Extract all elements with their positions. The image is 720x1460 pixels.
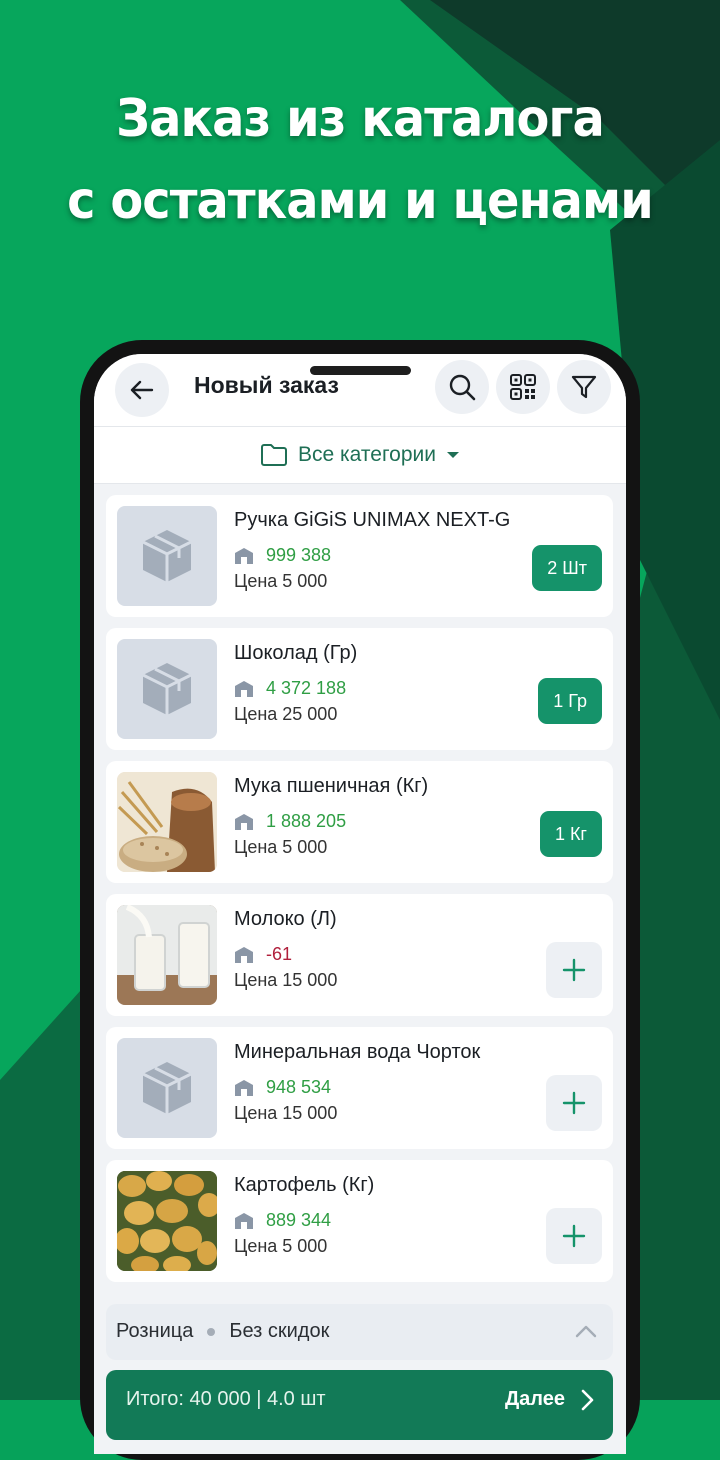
stock-row: 1 888 205 bbox=[234, 811, 346, 832]
product-card[interactable]: Мука пшеничная (Кг) 1 888 205 Цена 5 000… bbox=[106, 761, 613, 883]
stock-value: -61 bbox=[266, 944, 293, 964]
filter-button[interactable] bbox=[557, 360, 611, 414]
back-button[interactable] bbox=[115, 363, 169, 417]
product-price: Цена 15 000 bbox=[234, 970, 338, 990]
warehouse-icon bbox=[235, 547, 253, 564]
caret-down-icon bbox=[446, 452, 459, 458]
price-type-selector[interactable]: Розница Без скидок bbox=[106, 1304, 613, 1360]
plus-icon bbox=[562, 1224, 586, 1248]
stock-value: 889 344 bbox=[266, 1210, 332, 1230]
product-card[interactable]: Картофель (Кг) 889 344 Цена 5 000 bbox=[106, 1160, 613, 1282]
stock-value: 948 534 bbox=[266, 1077, 332, 1097]
product-card[interactable]: Минеральная вода Чорток 948 534 Цена 15 … bbox=[106, 1027, 613, 1149]
search-icon bbox=[449, 374, 476, 401]
discount-label: Без скидок bbox=[229, 1320, 330, 1342]
product-price: Цена 5 000 bbox=[234, 571, 328, 591]
app-screen: Новый заказ Все категории Ручка GiGiS UN… bbox=[94, 354, 626, 1454]
product-price: Цена 5 000 bbox=[234, 837, 328, 857]
product-price: Цена 25 000 bbox=[234, 704, 338, 724]
separator-dot bbox=[207, 1327, 216, 1336]
product-price: Цена 5 000 bbox=[234, 1236, 328, 1256]
app-bar: Новый заказ bbox=[94, 354, 626, 427]
stock-row: 948 534 bbox=[234, 1077, 331, 1098]
box-icon bbox=[142, 1062, 192, 1114]
warehouse-icon bbox=[235, 813, 253, 830]
product-image-placeholder bbox=[117, 639, 217, 739]
flour-image bbox=[117, 772, 217, 872]
price-type-label: Розница bbox=[116, 1320, 194, 1342]
potato-image bbox=[117, 1171, 217, 1271]
add-to-order-button[interactable] bbox=[546, 942, 602, 998]
chevron-up-icon bbox=[575, 1325, 597, 1338]
product-name: Ручка GiGiS UNIMAX NEXT-G bbox=[234, 509, 511, 531]
arrow-left-icon bbox=[130, 380, 154, 400]
product-price: Цена 15 000 bbox=[234, 1103, 338, 1123]
stock-value: 1 888 205 bbox=[266, 811, 347, 831]
product-name: Минеральная вода Чорток bbox=[234, 1041, 481, 1063]
filter-icon bbox=[571, 375, 597, 399]
plus-icon bbox=[562, 1091, 586, 1115]
product-card[interactable]: Шоколад (Гр) 4 372 188 Цена 25 000 1 Гр bbox=[106, 628, 613, 750]
category-label: Все категории bbox=[298, 443, 436, 466]
product-image-placeholder bbox=[117, 1038, 217, 1138]
product-name: Шоколад (Гр) bbox=[234, 642, 358, 664]
chevron-right-icon bbox=[581, 1389, 594, 1411]
product-name: Мука пшеничная (Кг) bbox=[234, 775, 429, 797]
quantity-button[interactable]: 1 Гр bbox=[538, 678, 602, 724]
milk-image bbox=[117, 905, 217, 1005]
flour-photo bbox=[117, 772, 217, 872]
warehouse-icon bbox=[235, 946, 253, 963]
potato-photo bbox=[117, 1171, 217, 1271]
product-card[interactable]: Молоко (Л) -61 Цена 15 000 bbox=[106, 894, 613, 1016]
box-icon bbox=[142, 530, 192, 582]
add-to-order-button[interactable] bbox=[546, 1075, 602, 1131]
stock-row: 889 344 bbox=[234, 1210, 331, 1231]
price-type-text: Розница Без скидок bbox=[116, 1320, 329, 1343]
add-to-order-button[interactable] bbox=[546, 1208, 602, 1264]
stock-row: 999 388 bbox=[234, 545, 331, 566]
warehouse-icon bbox=[235, 1079, 253, 1096]
stock-row: -61 bbox=[234, 944, 292, 965]
headline-line-2: с остатками и ценами bbox=[67, 171, 654, 231]
headline-line-1: Заказ из каталога bbox=[116, 89, 605, 149]
phone-notch bbox=[310, 366, 411, 375]
product-name: Молоко (Л) bbox=[234, 908, 337, 930]
quantity-button[interactable]: 2 Шт bbox=[532, 545, 602, 591]
stock-value: 4 372 188 bbox=[266, 678, 347, 698]
warehouse-icon bbox=[235, 1212, 253, 1229]
warehouse-icon bbox=[235, 680, 253, 697]
folder-icon bbox=[261, 444, 288, 466]
page-title: Новый заказ bbox=[194, 372, 339, 398]
search-button[interactable] bbox=[435, 360, 489, 414]
stock-row: 4 372 188 bbox=[234, 678, 346, 699]
quantity-button[interactable]: 1 Кг bbox=[539, 811, 602, 857]
product-card[interactable]: Ручка GiGiS UNIMAX NEXT-G 999 388 Цена 5… bbox=[106, 495, 613, 617]
stock-value: 999 388 bbox=[266, 545, 332, 565]
order-total-bar[interactable]: Итого: 40 000 | 4.0 шт Далее bbox=[106, 1370, 613, 1440]
plus-icon bbox=[562, 958, 586, 982]
product-image-placeholder bbox=[117, 506, 217, 606]
headline: Заказ из каталога с остатками и ценами bbox=[29, 78, 691, 242]
qr-code-icon bbox=[510, 374, 536, 400]
box-icon bbox=[142, 663, 192, 715]
category-selector[interactable]: Все категории bbox=[94, 427, 626, 484]
milk-photo bbox=[117, 905, 217, 1005]
qr-scan-button[interactable] bbox=[496, 360, 550, 414]
product-name: Картофель (Кг) bbox=[234, 1174, 375, 1196]
